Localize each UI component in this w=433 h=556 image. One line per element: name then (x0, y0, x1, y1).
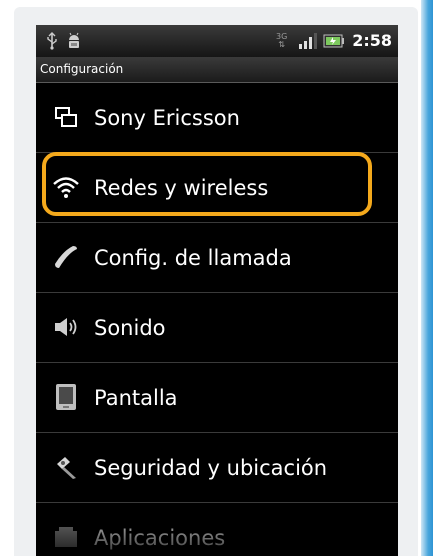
menu-item-label: Config. de llamada (94, 246, 292, 270)
menu-item-sony-ericsson[interactable]: Sony Ericsson (36, 83, 398, 153)
speaker-icon (52, 313, 80, 341)
display-icon (52, 383, 80, 411)
menu-item-pantalla[interactable]: Pantalla (36, 363, 398, 433)
clock: 2:58 (352, 31, 392, 50)
signal-icon (299, 25, 317, 57)
wifi-icon (52, 173, 80, 201)
data-arrows-icon: ⇅ (278, 40, 285, 49)
menu-item-sonido[interactable]: Sonido (36, 293, 398, 363)
usb-icon (46, 25, 58, 57)
battery-icon (323, 25, 345, 57)
applications-icon (52, 523, 80, 551)
title-bar: Configuración (36, 57, 398, 83)
status-bar: 3G ⇅ 2:58 (36, 25, 398, 57)
security-location-icon (52, 453, 80, 481)
menu-item-label: Sonido (94, 316, 166, 340)
blue-accent-bar (421, 0, 433, 556)
menu-item-aplicaciones[interactable]: Aplicaciones (36, 503, 398, 556)
android-debug-icon (66, 25, 82, 57)
menu-item-label: Redes y wireless (94, 176, 269, 200)
phone-handset-icon (52, 243, 80, 271)
menu-item-seguridad-y-ubicacion[interactable]: Seguridad y ubicación (36, 433, 398, 503)
page-title: Configuración (40, 62, 124, 76)
network-type-indicator: 3G ⇅ (276, 25, 287, 57)
menu-item-label: Seguridad y ubicación (94, 456, 328, 480)
menu-item-label: Pantalla (94, 386, 178, 410)
menu-item-label: Aplicaciones (94, 526, 226, 550)
menu-item-redes-y-wireless[interactable]: Redes y wireless (36, 153, 398, 223)
phone-screen: 3G ⇅ 2:58 Configuración Sony Ericsson Re… (36, 25, 398, 556)
menu-item-label: Sony Ericsson (94, 106, 240, 130)
sony-ericsson-icon (52, 103, 80, 131)
menu-item-config-de-llamada[interactable]: Config. de llamada (36, 223, 398, 293)
